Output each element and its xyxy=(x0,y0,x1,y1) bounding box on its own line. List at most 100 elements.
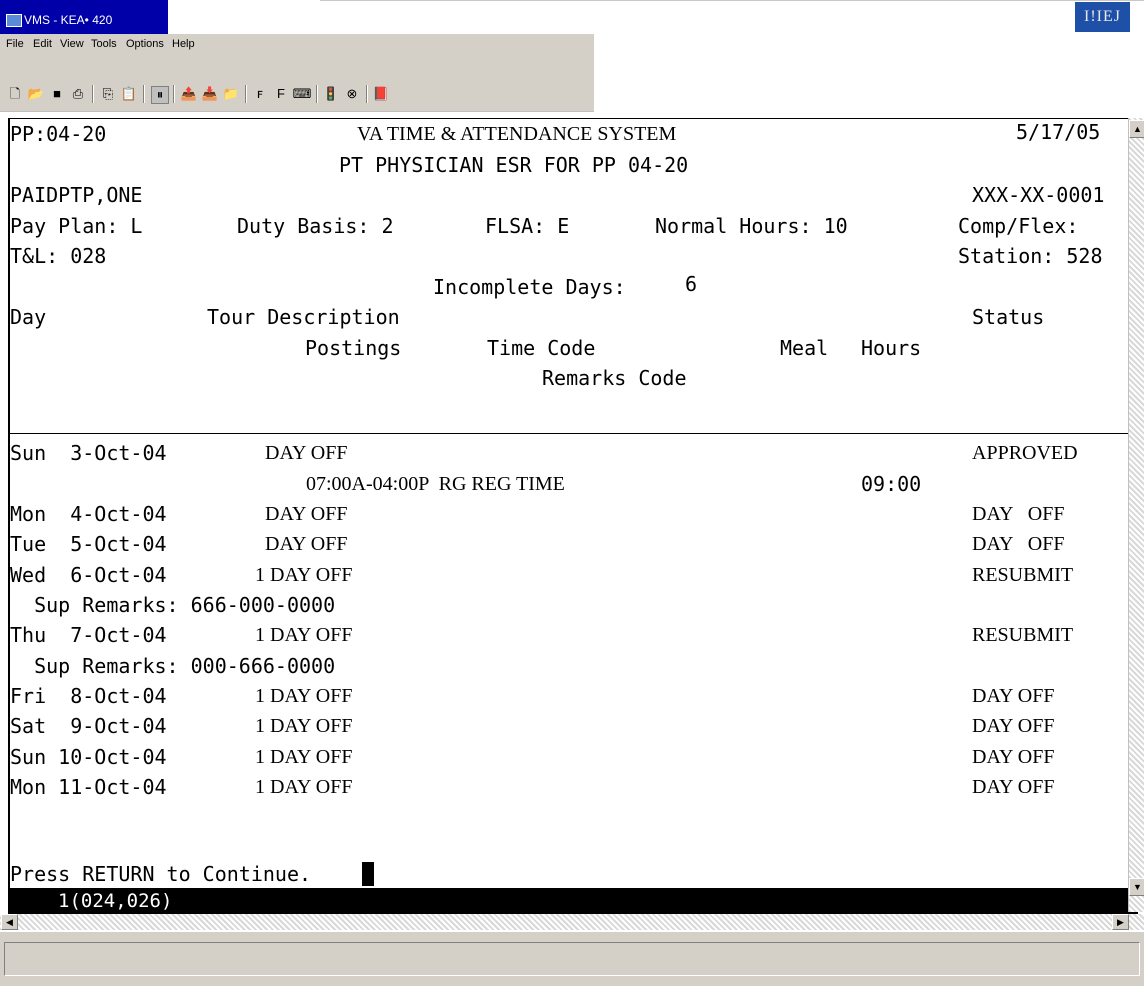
row-status: DAY OFF xyxy=(972,715,1055,737)
menu-options[interactable]: Options xyxy=(126,38,164,50)
normal-hours: Normal Hours: 10 xyxy=(655,214,848,238)
row-tour: DAY OFF xyxy=(255,503,348,525)
window-title: VMS - KEA• 420 xyxy=(24,13,113,27)
toolbar-separator xyxy=(316,85,318,103)
row-status: DAY OFF xyxy=(972,776,1055,798)
row-remarks: Sup Remarks: 666-000-0000 xyxy=(10,593,336,617)
menu-help[interactable]: Help xyxy=(172,38,195,50)
macro-icon[interactable]: 🚦 xyxy=(323,86,339,102)
vertical-scrollbar[interactable]: ▲ ▼ xyxy=(1128,118,1144,912)
row-posting: 07:00A-04:00P RG REG TIME xyxy=(306,473,565,495)
duty-basis: Duty Basis: 2 xyxy=(237,214,394,238)
scroll-up-icon[interactable]: ▲ xyxy=(1129,120,1144,138)
header-divider xyxy=(8,433,1128,434)
menu-bar: File Edit View Tools Options Help xyxy=(0,34,594,56)
row-tour: 1 DAY OFF xyxy=(255,685,353,707)
menu-view[interactable]: View xyxy=(60,38,84,50)
flsa: FLSA: E xyxy=(485,214,570,238)
row-status: APPROVED xyxy=(972,442,1078,464)
header-status: Status xyxy=(972,305,1045,329)
save-icon[interactable]: ■ xyxy=(49,86,65,102)
continue-prompt: Press RETURN to Continue. xyxy=(10,862,312,886)
tl-unit: T&L: 028 xyxy=(10,244,107,268)
row-day: Tue 5-Oct-04 xyxy=(10,532,167,556)
row-status: RESUBMIT xyxy=(972,564,1074,586)
scroll-left-icon[interactable]: ◀ xyxy=(1,914,18,930)
row-tour: 1 DAY OFF xyxy=(255,746,353,768)
row-tour: DAY OFF xyxy=(255,442,348,464)
pay-plan: Pay Plan: L xyxy=(10,214,143,238)
row-day: Thu 7-Oct-04 xyxy=(10,623,167,647)
header-tour: Tour Description xyxy=(207,305,400,329)
row-day: Wed 6-Oct-04 xyxy=(10,563,167,587)
capture-icon[interactable]: ⏸ xyxy=(151,86,169,104)
transfer-icon[interactable]: 📁 xyxy=(223,86,239,102)
send-icon[interactable]: 📤 xyxy=(181,86,197,102)
employee-ssn: XXX-XX-0001 xyxy=(972,183,1105,207)
incomplete-days-label: Incomplete Days: xyxy=(433,275,626,299)
header-time-code: Time Code xyxy=(487,336,596,360)
menu-edit[interactable]: Edit xyxy=(33,38,52,50)
header-meal: Meal xyxy=(780,336,829,360)
window-control-box[interactable]: I!IEJ xyxy=(1075,2,1130,32)
row-tour: 1 DAY OFF xyxy=(255,624,353,646)
text-cursor xyxy=(362,862,374,886)
toolbar-separator xyxy=(366,85,368,103)
row-status: DAY OFF xyxy=(972,746,1055,768)
toolbar-separator xyxy=(173,85,175,103)
row-status: DAY OFF xyxy=(972,533,1065,555)
row-day: Sat 9-Oct-04 xyxy=(10,714,167,738)
new-icon[interactable]: 🗋 xyxy=(7,86,23,102)
book-icon[interactable]: 📕 xyxy=(373,86,389,102)
terminal-status-line: 1(024,026) xyxy=(8,888,1138,914)
copy-icon[interactable]: ⎘ xyxy=(100,86,116,102)
row-day: Sun 10-Oct-04 xyxy=(10,745,167,769)
title-bar: VMS - KEA• 420 xyxy=(0,0,168,34)
horizontal-scrollbar[interactable]: ◀ ▶ xyxy=(0,914,1144,930)
font-down-icon[interactable]: ꜰ xyxy=(252,86,268,102)
title-bar-edge xyxy=(320,0,1144,1)
header-postings: Postings xyxy=(305,336,402,360)
row-tour: 1 DAY OFF xyxy=(255,715,353,737)
row-hours: 09:00 xyxy=(861,472,922,496)
row-status: RESUBMIT xyxy=(972,624,1074,646)
toolbar-separator xyxy=(143,85,145,103)
font-up-icon[interactable]: F xyxy=(273,86,289,102)
row-status: DAY OFF xyxy=(972,503,1065,525)
scroll-down-icon[interactable]: ▼ xyxy=(1129,878,1144,896)
row-day: Sun 3-Oct-04 xyxy=(10,441,167,465)
toolbar: 🗋 📂 ■ ⎙ ⎘ 📋 ⏸ 📤 📥 📁 ꜰ F ⌨ 🚦 ⊗ 📕 xyxy=(0,56,594,112)
terminal-app-icon xyxy=(6,14,22,27)
pay-period: PP:04-20 xyxy=(10,122,107,146)
print-icon[interactable]: ⎙ xyxy=(70,86,86,102)
employee-name: PAIDPTP,ONE xyxy=(10,183,143,207)
menu-tools[interactable]: Tools xyxy=(91,38,117,50)
row-day: Mon 4-Oct-04 xyxy=(10,502,167,526)
row-tour: DAY OFF xyxy=(255,533,348,555)
menu-file[interactable]: File xyxy=(6,38,24,50)
header-hours: Hours xyxy=(861,336,922,360)
row-tour: 1 DAY OFF xyxy=(255,776,353,798)
screen-subtitle: PT PHYSICIAN ESR FOR PP 04-20 xyxy=(339,153,689,177)
paste-icon[interactable]: 📋 xyxy=(121,86,137,102)
row-day: Mon 11-Oct-04 xyxy=(10,775,167,799)
screen-date: 5/17/05 xyxy=(1016,120,1101,144)
header-remarks: Remarks Code xyxy=(542,366,687,390)
open-icon[interactable]: 📂 xyxy=(28,86,44,102)
status-pane xyxy=(4,942,1140,976)
keyboard-icon[interactable]: ⌨ xyxy=(293,86,312,102)
row-tour: 1 DAY OFF xyxy=(255,564,353,586)
toolbar-separator xyxy=(245,85,247,103)
incomplete-days-value: 6 xyxy=(685,272,698,296)
stop-icon[interactable]: ⊗ xyxy=(344,86,360,102)
station: Station: 528 xyxy=(958,244,1103,268)
cursor-position: 1(024,026) xyxy=(58,890,173,912)
receive-icon[interactable]: 📥 xyxy=(202,86,218,102)
toolbar-separator xyxy=(92,85,94,103)
row-status: DAY OFF xyxy=(972,685,1055,707)
status-bar xyxy=(0,930,1144,986)
scroll-right-icon[interactable]: ▶ xyxy=(1112,914,1129,930)
system-title: VA TIME & ATTENDANCE SYSTEM xyxy=(357,123,677,145)
comp-flex: Comp/Flex: xyxy=(958,214,1079,238)
header-day: Day xyxy=(10,305,47,329)
